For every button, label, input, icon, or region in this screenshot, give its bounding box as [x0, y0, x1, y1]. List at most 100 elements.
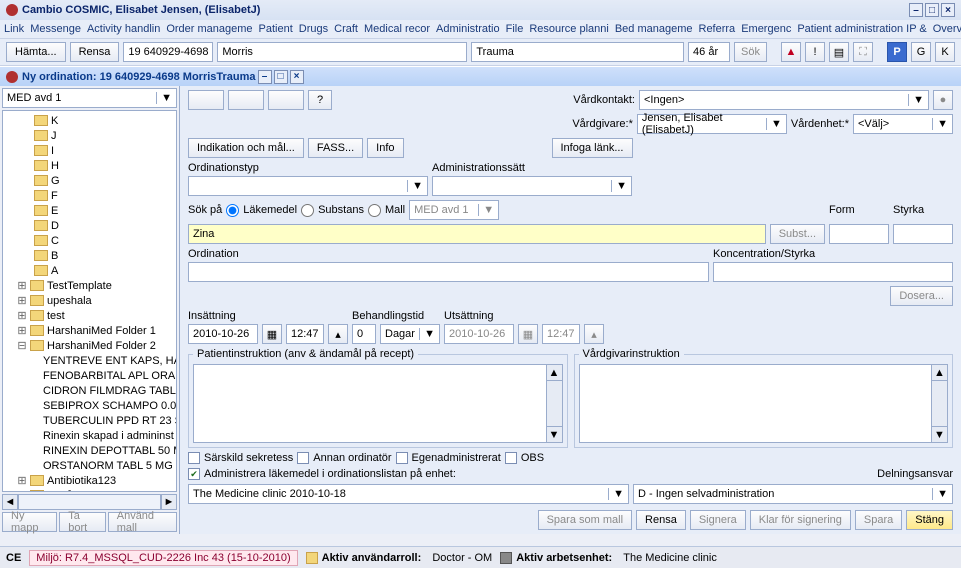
menu-item[interactable]: Medical recor: [364, 23, 430, 35]
insatt-time[interactable]: [286, 324, 324, 344]
insatt-date[interactable]: [188, 324, 258, 344]
time-stepper-icon[interactable]: ▴: [328, 324, 348, 344]
scroll-right-icon[interactable]: ►: [161, 494, 177, 510]
minimize-icon[interactable]: –: [909, 3, 923, 17]
calendar-icon[interactable]: ▦: [262, 324, 282, 344]
chevron-down-icon[interactable]: ▼: [156, 92, 172, 104]
menu-item[interactable]: Link: [4, 23, 24, 35]
drug-search-input[interactable]: [188, 224, 766, 244]
diagnosis-input[interactable]: [471, 42, 684, 62]
menu-item[interactable]: Resource planni: [529, 23, 609, 35]
substans-radio[interactable]: [301, 204, 314, 217]
doc-icon[interactable]: ▤: [829, 42, 849, 62]
menu-item[interactable]: Messenge: [30, 23, 81, 35]
scroll-left-icon[interactable]: ◄: [2, 494, 18, 510]
menu-item[interactable]: Order manageme: [166, 23, 252, 35]
rensa-button[interactable]: Rensa: [636, 510, 686, 530]
sarskild-checkbox[interactable]: [188, 452, 200, 464]
info-button[interactable]: Info: [367, 138, 403, 158]
subwindow-title: Ny ordination: 19 640929-4698 MorrisTrau…: [22, 71, 256, 83]
unit-select[interactable]: MED avd 1 ▼: [2, 88, 177, 108]
nav-prev-button[interactable]: [188, 90, 224, 110]
menu-item[interactable]: Drugs: [299, 23, 328, 35]
obs-checkbox[interactable]: [505, 452, 517, 464]
calendar-icon[interactable]: ▦: [518, 324, 538, 344]
annan-checkbox[interactable]: [297, 452, 309, 464]
close-icon[interactable]: ×: [941, 3, 955, 17]
menu-item[interactable]: Activity handlin: [87, 23, 160, 35]
menu-item[interactable]: Referra: [699, 23, 736, 35]
maximize-icon[interactable]: □: [925, 3, 939, 17]
k-button[interactable]: K: [935, 42, 955, 62]
new-folder-button[interactable]: Ny mapp: [2, 512, 57, 532]
age-input[interactable]: [688, 42, 730, 62]
mall-select[interactable]: MED avd 1▼: [409, 200, 499, 220]
konc-input[interactable]: [713, 262, 953, 282]
nav-mid-button[interactable]: [228, 90, 264, 110]
use-template-button[interactable]: Använd mall: [108, 512, 177, 532]
lakemedel-radio[interactable]: [226, 204, 239, 217]
patient-name-input[interactable]: [217, 42, 467, 62]
img-icon[interactable]: ⛶: [853, 42, 873, 62]
patient-id-input[interactable]: [123, 42, 213, 62]
clear-button[interactable]: Rensa: [70, 42, 120, 62]
fetch-button[interactable]: Hämta...: [6, 42, 66, 62]
menu-item[interactable]: Bed manageme: [615, 23, 693, 35]
infoga-lank-button[interactable]: Infoga länk...: [552, 138, 633, 158]
delning-select[interactable]: D - Ingen selvadministration▼: [633, 484, 953, 504]
styrka-label: Styrka: [893, 204, 953, 216]
p-button[interactable]: P: [887, 42, 907, 62]
help-button[interactable]: ?: [308, 90, 332, 110]
exclaim-icon[interactable]: !: [805, 42, 825, 62]
sub-minimize-icon[interactable]: –: [258, 70, 272, 84]
administrera-checkbox[interactable]: ✔: [188, 468, 200, 480]
utsatt-date[interactable]: [444, 324, 514, 344]
indikation-button[interactable]: Indikation och mål...: [188, 138, 304, 158]
admsatt-select[interactable]: ▼: [432, 176, 632, 196]
ordination-input[interactable]: [188, 262, 709, 282]
time-stepper-icon[interactable]: ▴: [584, 324, 604, 344]
nav-next-button[interactable]: [268, 90, 304, 110]
menu-item[interactable]: Craft: [334, 23, 358, 35]
ordtyp-select[interactable]: ▼: [188, 176, 428, 196]
spara-mall-button[interactable]: Spara som mall: [538, 510, 632, 530]
subst-button[interactable]: Subst...: [770, 224, 825, 244]
menu-item[interactable]: Overviews: [933, 23, 961, 35]
sokpa-label: Sök på: [188, 204, 222, 216]
vardenhet-select[interactable]: <Välj>▼: [853, 114, 953, 134]
klar-button[interactable]: Klar för signering: [750, 510, 851, 530]
spara-button[interactable]: Spara: [855, 510, 902, 530]
menu-item[interactable]: Emergenc: [741, 23, 791, 35]
delete-button[interactable]: Ta bort: [59, 512, 105, 532]
caregiver-instruction-textarea[interactable]: ▲▼: [579, 364, 949, 443]
patient-instruction-textarea[interactable]: ▲▼: [193, 364, 563, 443]
duration-unit-select[interactable]: Dagar▼: [380, 324, 440, 344]
vardkontakt-select[interactable]: <Ingen>▼: [639, 90, 929, 110]
dosera-button[interactable]: Dosera...: [890, 286, 953, 306]
menu-item[interactable]: Patient: [259, 23, 293, 35]
template-tree[interactable]: K J I H G F E D C B A ⊞TestTemplate ⊞upe…: [2, 110, 177, 492]
form-input[interactable]: [829, 224, 889, 244]
ce-mark: CE: [6, 552, 21, 564]
search-button[interactable]: Sök: [734, 42, 767, 62]
stang-button[interactable]: Stäng: [906, 510, 953, 530]
vardkontakt-extra-icon[interactable]: ●: [933, 90, 953, 110]
menubar[interactable]: Link Messenge Activity handlin Order man…: [0, 20, 961, 38]
vardgivare-select[interactable]: Jensen, Elisabet (ElisabetJ)▼: [637, 114, 787, 134]
styrka-input[interactable]: [893, 224, 953, 244]
menu-item[interactable]: Administratio: [436, 23, 500, 35]
alert-icon[interactable]: ▲: [781, 42, 801, 62]
menu-item[interactable]: File: [506, 23, 524, 35]
mall-radio[interactable]: [368, 204, 381, 217]
menu-item[interactable]: Patient administration IP &: [797, 23, 926, 35]
sub-close-icon[interactable]: ×: [290, 70, 304, 84]
fass-button[interactable]: FASS...: [308, 138, 363, 158]
tree-hscroll[interactable]: ◄ ►: [2, 494, 177, 510]
enhet-select[interactable]: The Medicine clinic 2010-10-18▼: [188, 484, 629, 504]
sub-maximize-icon[interactable]: □: [274, 70, 288, 84]
g-button[interactable]: G: [911, 42, 931, 62]
signera-button[interactable]: Signera: [690, 510, 746, 530]
utsatt-time[interactable]: [542, 324, 580, 344]
egen-checkbox[interactable]: [396, 452, 408, 464]
duration-input[interactable]: [352, 324, 376, 344]
